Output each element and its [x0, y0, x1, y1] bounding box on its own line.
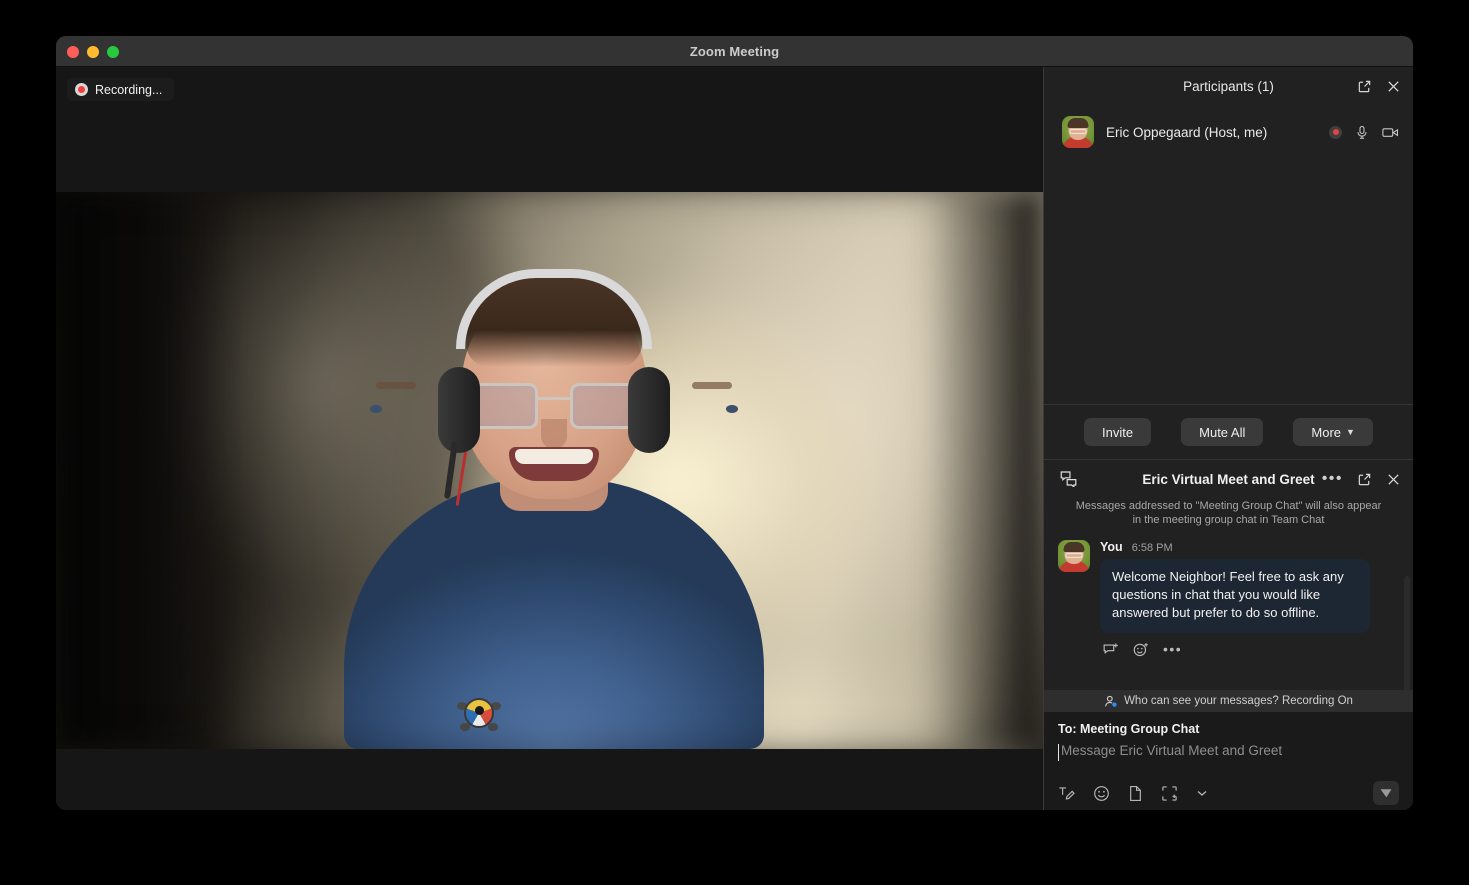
send-button[interactable] [1373, 781, 1399, 805]
chat-compose-toolbar [1058, 776, 1399, 810]
participants-title: Participants (1) [1183, 78, 1274, 94]
more-options-icon[interactable]: ••• [1322, 471, 1343, 487]
recording-badge[interactable]: Recording... [67, 78, 175, 101]
more-button[interactable]: More ▼ [1293, 418, 1373, 446]
participants-empty-space [1044, 155, 1413, 404]
zoom-meeting-window: Zoom Meeting Recording... Participants (… [56, 36, 1413, 810]
chat-message-author: You [1100, 539, 1123, 554]
close-window-button[interactable] [67, 45, 79, 58]
right-side-panel: Participants (1) Eric Oppegaard (Host, m… [1043, 67, 1413, 810]
popout-icon[interactable] [1357, 79, 1372, 94]
chat-message-time: 6:58 PM [1131, 541, 1173, 554]
chat-input-placeholder: Message Eric Virtual Meet and Greet [1061, 743, 1283, 758]
record-dot-icon [75, 83, 88, 96]
chat-message-list[interactable]: You 6:58 PM Welcome Neighbor! Feel free … [1044, 536, 1413, 690]
participant-status-icons [1329, 125, 1399, 140]
chat-notice: Messages addressed to "Meeting Group Cha… [1075, 500, 1382, 526]
chat-panel: Eric Virtual Meet and Greet ••• Messages… [1044, 460, 1413, 810]
traffic-lights [67, 36, 119, 67]
popout-icon[interactable] [1357, 472, 1372, 487]
recording-dot-icon [1329, 125, 1342, 139]
close-icon[interactable] [1386, 472, 1401, 487]
window-title: Zoom Meeting [689, 43, 780, 59]
participant-name: Eric Oppegaard (Host, me) [1106, 124, 1268, 140]
person-privacy-icon [1104, 695, 1118, 708]
participants-list: Eric Oppegaard (Host, me) [1044, 105, 1413, 155]
chat-recipient-label[interactable]: To: Meeting Group Chat [1058, 722, 1399, 743]
chat-panel-header: Eric Virtual Meet and Greet ••• [1044, 460, 1413, 498]
window-body: Recording... Participants (1) Eric Oppeg… [56, 67, 1413, 810]
reply-icon[interactable] [1103, 642, 1119, 657]
avatar [1062, 116, 1094, 148]
chat-message-body: You 6:58 PM Welcome Neighbor! Feel free … [1100, 540, 1399, 657]
participants-header-actions [1357, 67, 1401, 105]
chat-header-actions: ••• [1322, 460, 1401, 498]
close-icon[interactable] [1386, 79, 1401, 94]
send-paper-plane-icon [1379, 786, 1393, 800]
participants-action-bar: Invite Mute All More ▼ [1044, 404, 1413, 460]
invite-button[interactable]: Invite [1084, 418, 1152, 446]
chat-bubbles-icon[interactable] [1060, 470, 1078, 487]
chat-privacy-text: Who can see your messages? Recording On [1124, 695, 1353, 707]
maximize-window-button[interactable] [107, 45, 119, 58]
emoji-icon[interactable] [1093, 785, 1110, 802]
avatar [1058, 539, 1090, 572]
window-titlebar: Zoom Meeting [56, 36, 1413, 67]
chat-compose-area: To: Meeting Group Chat Message Eric Virt… [1044, 712, 1413, 810]
chevron-down-icon[interactable] [1196, 788, 1208, 798]
more-button-label: More [1311, 424, 1342, 440]
participant-row[interactable]: Eric Oppegaard (Host, me) [1044, 109, 1413, 155]
more-actions-icon[interactable]: ••• [1163, 642, 1182, 656]
screenshot-icon[interactable] [1161, 785, 1178, 802]
video-stage: Recording... [56, 67, 1043, 810]
chat-input-wrapper[interactable]: Message Eric Virtual Meet and Greet [1058, 743, 1399, 776]
chat-message: You 6:58 PM Welcome Neighbor! Feel free … [1058, 536, 1399, 657]
video-camera-icon[interactable] [1382, 126, 1399, 139]
chat-title: Eric Virtual Meet and Greet [1142, 471, 1315, 487]
add-reaction-icon[interactable] [1133, 642, 1149, 657]
participant-video-feed[interactable] [56, 192, 1043, 749]
microphone-icon[interactable] [1355, 125, 1369, 140]
chat-privacy-bar[interactable]: Who can see your messages? Recording On [1044, 690, 1413, 712]
format-text-icon[interactable] [1058, 785, 1075, 801]
mute-all-button[interactable]: Mute All [1181, 418, 1264, 446]
minimize-window-button[interactable] [87, 45, 99, 58]
chat-message-actions: ••• [1100, 633, 1399, 657]
chat-message-bubble[interactable]: Welcome Neighbor! Feel free to ask any q… [1100, 558, 1370, 633]
recording-badge-label: Recording... [95, 82, 163, 97]
file-icon[interactable] [1128, 785, 1143, 802]
chevron-down-icon: ▼ [1346, 427, 1355, 437]
chat-scrollbar[interactable] [1404, 575, 1410, 690]
video-vignette [56, 192, 1043, 749]
participants-panel-header: Participants (1) [1044, 67, 1413, 105]
chat-message-meta: You 6:58 PM [1100, 540, 1399, 559]
